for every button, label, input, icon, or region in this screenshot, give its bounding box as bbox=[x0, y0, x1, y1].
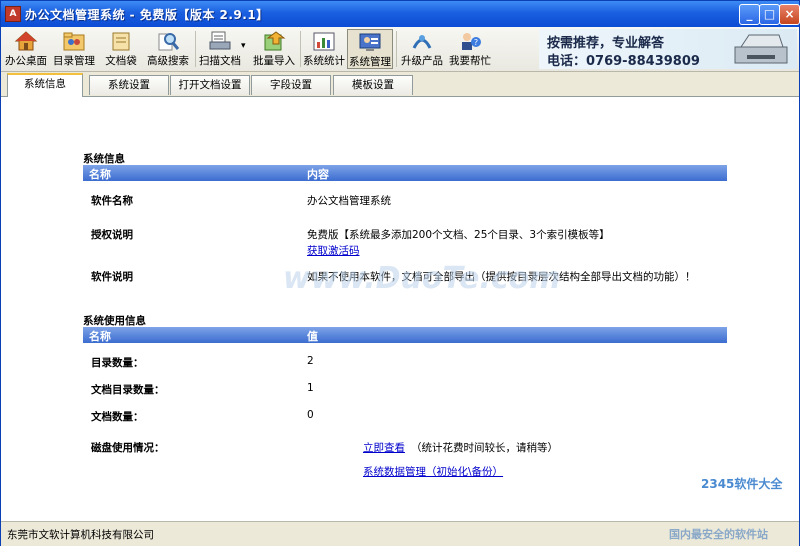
svg-text:?: ? bbox=[474, 38, 478, 47]
batch-import-icon bbox=[264, 31, 286, 51]
toolbar-label: 文档袋 bbox=[105, 55, 137, 67]
status-bar: 东莞市文软计算机科技有限公司 国内最安全的软件站 bbox=[1, 521, 799, 546]
header-value: 值 bbox=[307, 330, 318, 343]
toolbar-statistics-button[interactable]: 系统统计 bbox=[303, 29, 345, 69]
scan-dropdown-arrow[interactable]: ▾ bbox=[241, 41, 246, 51]
header-content: 内容 bbox=[307, 168, 329, 181]
tab-bar: 系统信息 系统设置 打开文档设置 字段设置 模板设置 bbox=[1, 72, 799, 97]
app-window: A 办公文档管理系统 - 免费版【版本 2.9.1】 _ □ × 办公桌面 目录… bbox=[0, 0, 800, 546]
toolbar-upgrade-button[interactable]: 升级产品 bbox=[399, 29, 445, 69]
system-info-panel: 系统信息 名称 内容 软件名称 办公文档管理系统 授权说明 免费版【系统最多添加… bbox=[1, 97, 799, 521]
activation-code-link[interactable]: 获取激活码 bbox=[307, 243, 360, 258]
tab-system-settings[interactable]: 系统设置 bbox=[89, 75, 169, 95]
usage-info-title: 系统使用信息 bbox=[83, 315, 146, 327]
dir-count-value: 2 bbox=[307, 355, 314, 367]
disk-usage-label: 磁盘使用情况： bbox=[91, 442, 165, 454]
banner-phone: 电话：0769-88439809 bbox=[547, 54, 700, 69]
toolbar-label: 高级搜索 bbox=[147, 55, 189, 67]
dir-count-label: 目录数量： bbox=[91, 357, 144, 369]
close-button[interactable]: × bbox=[779, 4, 800, 25]
system-info-header: 名称 内容 bbox=[83, 165, 727, 181]
doc-count-value: 0 bbox=[307, 409, 314, 421]
toolbar-separator bbox=[396, 31, 397, 67]
toolbar-label: 目录管理 bbox=[53, 55, 95, 67]
license-label: 授权说明 bbox=[91, 229, 133, 241]
company-name: 东莞市文软计算机科技有限公司 bbox=[7, 529, 154, 541]
tab-template-settings[interactable]: 模板设置 bbox=[333, 75, 413, 95]
site-watermark: 2345软件大全 bbox=[701, 477, 783, 491]
doc-count-label: 文档数量： bbox=[91, 411, 144, 423]
license-value: 免费版【系统最多添加200个文档、25个目录、3个索引模板等】 bbox=[307, 229, 610, 241]
maximize-button[interactable]: □ bbox=[759, 4, 780, 25]
printer-scanner-icon bbox=[734, 34, 788, 64]
scanner-icon bbox=[209, 31, 231, 50]
software-name-label: 软件名称 bbox=[91, 195, 133, 207]
folder-people-icon bbox=[63, 32, 85, 51]
toolbar-directory-button[interactable]: 目录管理 bbox=[51, 29, 97, 69]
toolbar-label: 扫描文档 bbox=[199, 55, 241, 67]
contact-banner[interactable]: 按需推荐，专业解答 电话：0769-88439809 bbox=[539, 29, 797, 69]
title-bar[interactable]: A 办公文档管理系统 - 免费版【版本 2.9.1】 _ □ × bbox=[1, 1, 800, 27]
toolbar-separator bbox=[195, 31, 196, 67]
chart-icon bbox=[313, 32, 335, 51]
toolbar-separator bbox=[300, 31, 301, 67]
software-desc-label: 软件说明 bbox=[91, 271, 133, 283]
minimize-button[interactable]: _ bbox=[739, 4, 760, 25]
toolbar-label: 系统管理 bbox=[349, 56, 391, 68]
toolbar-help-button[interactable]: ? 我要帮忙 bbox=[447, 29, 493, 69]
toolbar-docbag-button[interactable]: 文档袋 bbox=[99, 29, 143, 69]
house-icon bbox=[14, 31, 38, 51]
toolbar-label: 办公桌面 bbox=[5, 55, 47, 67]
slogan-watermark: 国内最安全的软件站 bbox=[669, 528, 768, 541]
help-icon: ? bbox=[462, 33, 481, 50]
tab-field-settings[interactable]: 字段设置 bbox=[251, 75, 331, 95]
software-name-value: 办公文档管理系统 bbox=[307, 195, 391, 207]
view-note: （统计花费时间较长，请稍等） bbox=[411, 442, 558, 454]
document-bag-icon bbox=[112, 32, 130, 51]
toolbar-label: 升级产品 bbox=[401, 55, 443, 67]
tab-system-info[interactable]: 系统信息 bbox=[7, 73, 83, 97]
toolbar-scan-button[interactable]: 扫描文档 bbox=[198, 29, 242, 69]
app-icon: A bbox=[5, 6, 21, 22]
duote-watermark: www.DuoTe.com bbox=[283, 261, 561, 296]
toolbar-label: 批量导入 bbox=[253, 55, 295, 67]
header-name: 名称 bbox=[89, 330, 111, 343]
doc-dir-count-label: 文档目录数量： bbox=[91, 384, 165, 396]
usage-info-header: 名称 值 bbox=[83, 327, 727, 343]
doc-dir-count-value: 1 bbox=[307, 382, 314, 394]
data-management-link[interactable]: 系统数据管理（初始化\备份） bbox=[363, 464, 503, 479]
toolbar-search-button[interactable]: 高级搜索 bbox=[145, 29, 191, 69]
upgrade-icon bbox=[412, 35, 432, 49]
toolbar-label: 系统统计 bbox=[303, 55, 345, 67]
header-name: 名称 bbox=[89, 168, 111, 181]
banner-slogan: 按需推荐，专业解答 bbox=[547, 36, 665, 51]
search-icon bbox=[158, 33, 180, 51]
view-now-link[interactable]: 立即查看 bbox=[363, 440, 405, 455]
toolbar-system-admin-button[interactable]: 系统管理 bbox=[347, 29, 393, 69]
toolbar-batch-import-button[interactable]: 批量导入 bbox=[251, 29, 297, 69]
window-title: 办公文档管理系统 - 免费版【版本 2.9.1】 bbox=[25, 8, 269, 22]
tab-open-doc-settings[interactable]: 打开文档设置 bbox=[170, 75, 250, 95]
system-info-title: 系统信息 bbox=[83, 153, 125, 165]
toolbar-desktop-button[interactable]: 办公桌面 bbox=[3, 29, 49, 69]
toolbar-label: 我要帮忙 bbox=[449, 55, 491, 67]
system-admin-icon bbox=[359, 33, 381, 51]
